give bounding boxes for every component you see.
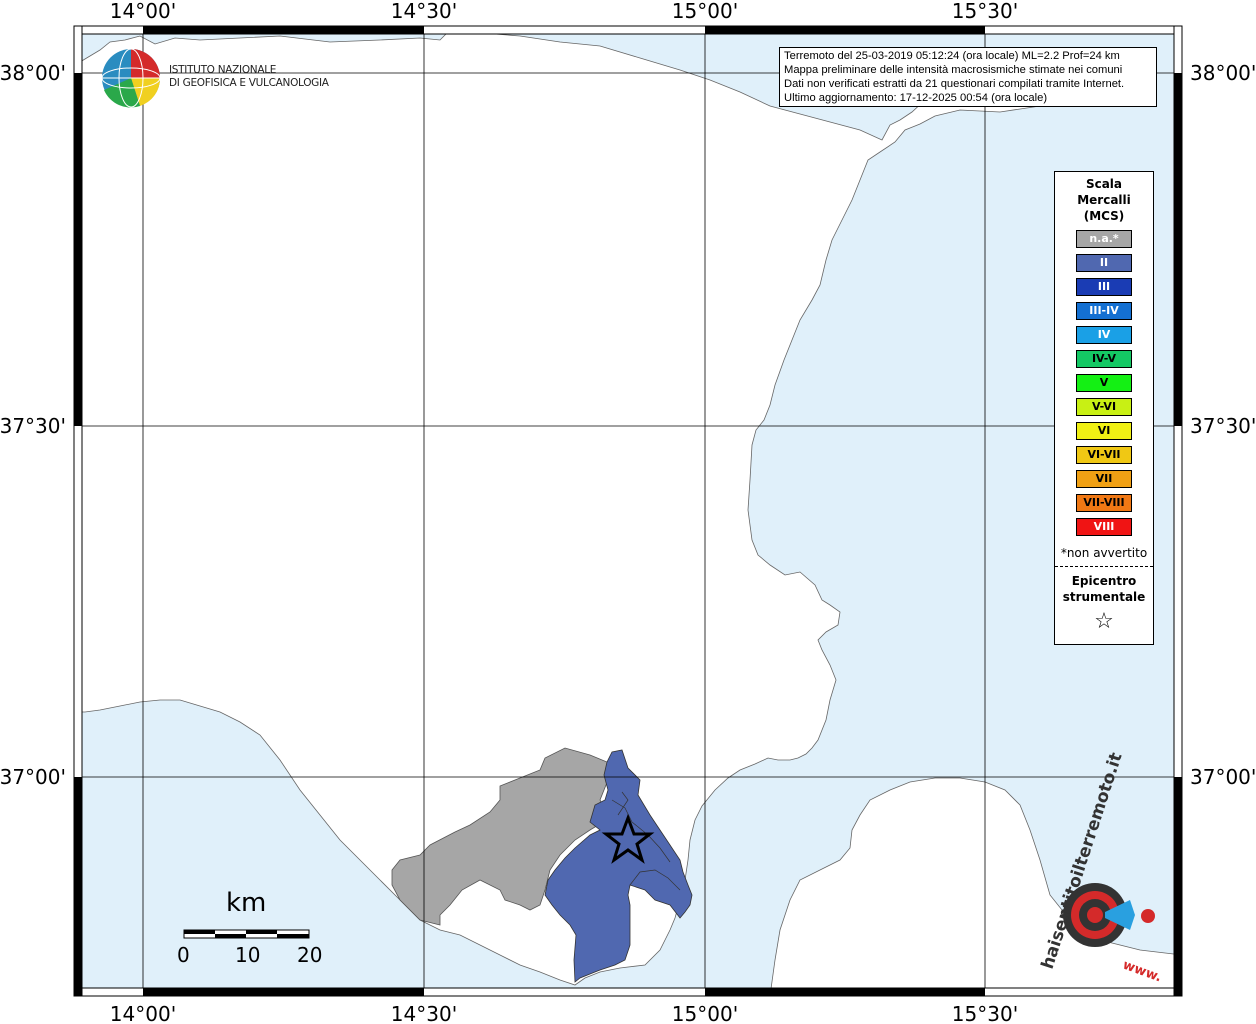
legend-item: V-VI [1076,398,1132,416]
scale-tick-label: 20 [297,943,323,967]
lat-label-right: 37°00' [1190,765,1256,789]
legend-item: VII-VIII [1076,494,1132,512]
legend-item: n.a.* [1076,230,1132,248]
epicenter-star-icon: ☆ [1094,609,1114,634]
lat-label-left: 37°00' [0,765,66,789]
legend-title-line: (MCS) [1083,209,1125,223]
legend-title-line: Mercalli [1077,193,1131,207]
scale-unit-label: km [226,888,267,918]
legend-epicenter-line: strumentale [1062,590,1146,604]
info-line: Dati non verificati estratti da 21 quest… [784,78,1125,90]
lon-label-bottom: 15°30' [952,1002,1018,1024]
legend-note: *non avvertito [1060,546,1148,560]
legend-item: II [1076,254,1132,272]
event-info-box: Terremoto del 25-03-2019 05:12:24 (ora l… [779,47,1157,107]
lon-label-bottom: 14°30' [391,1002,457,1024]
legend-item: IV-V [1076,350,1132,368]
legend-item: VII [1076,470,1132,488]
lat-label-left: 37°30' [0,414,66,438]
ingv-logo-text: ISTITUTO NAZIONALE DI GEOFISICA E VULCAN… [169,64,329,90]
legend-title-line: Scala [1085,177,1123,191]
info-line: Mappa preliminare delle intensità macros… [784,64,1123,76]
info-line: Terremoto del 25-03-2019 05:12:24 (ora l… [784,50,1120,62]
lat-label-right: 38°00' [1190,61,1256,85]
legend-epicenter-label: Epicentro strumentale [1055,573,1153,605]
legend-divider [1055,566,1153,567]
legend-item: V [1076,374,1132,392]
legend-title: Scala Mercalli (MCS) [1055,176,1153,224]
scale-tick-label: 0 [177,943,190,967]
lat-label-right: 37°30' [1190,414,1256,438]
lon-label-top: 15°30' [952,0,1018,23]
ingv-line-2: DI GEOFISICA E VULCANOLOGIA [169,77,329,89]
lon-label-bottom: 14°00' [110,1002,176,1024]
legend-item: III-IV [1076,302,1132,320]
scale-bar [183,929,310,939]
legend-items: n.a.* II III III-IV IV IV-V V V-VI VI VI-VII VII VI… [1055,230,1153,536]
legend-item: III [1076,278,1132,296]
legend-item: IV [1076,326,1132,344]
mcs-legend: Scala Mercalli (MCS) n.a.* II III III-IV IV I… [1054,171,1154,645]
legend-item: VIII [1076,518,1132,536]
legend-item: VI-VII [1076,446,1132,464]
info-line: Ultimo aggiornamento: 17-12-2025 00:54 (… [784,92,1048,104]
lat-label-left: 38°00' [0,61,66,85]
scale-tick-label: 10 [235,943,261,967]
lon-label-bottom: 15°00' [672,1002,738,1024]
ingv-globe-icon [101,48,161,108]
lon-label-top: 14°30' [391,0,457,23]
legend-item: VI [1076,422,1132,440]
lon-label-top: 15°00' [672,0,738,23]
lon-label-top: 14°00' [110,0,176,23]
ingv-line-1: ISTITUTO NAZIONALE [169,64,277,76]
legend-epicenter-line: Epicentro [1071,574,1137,588]
